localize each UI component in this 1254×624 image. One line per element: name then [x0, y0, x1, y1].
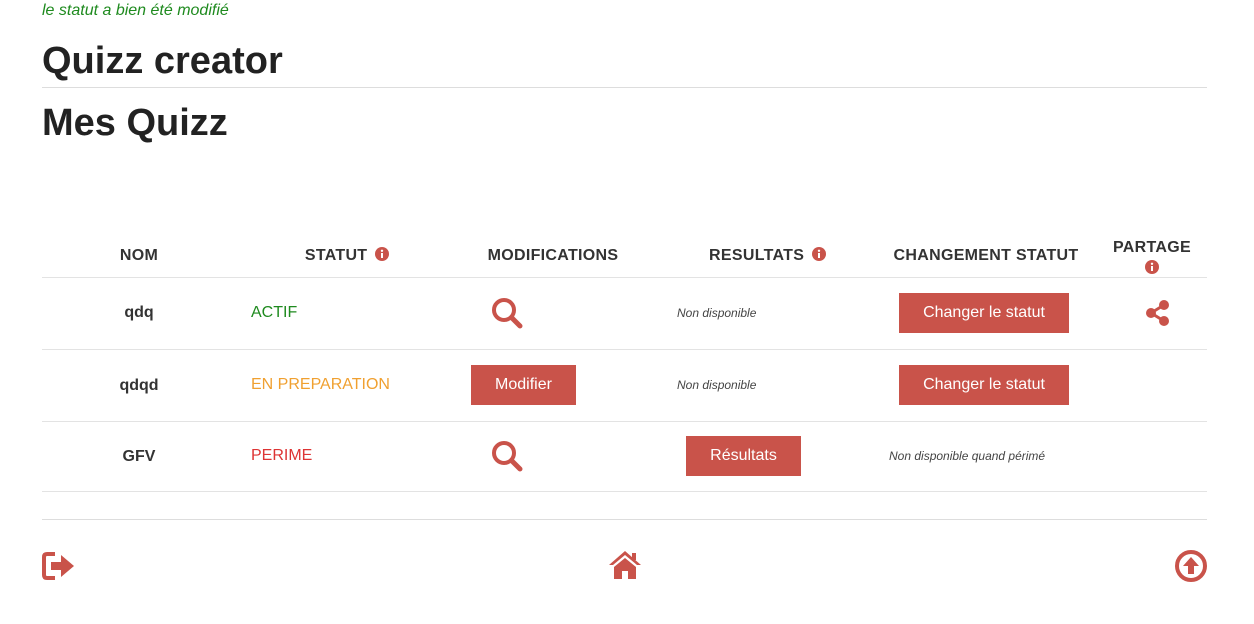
quiz-name: qdqd: [119, 377, 159, 394]
header-nom: NOM: [119, 247, 159, 264]
sign-out-icon[interactable]: [41, 551, 75, 581]
table-divider: [42, 349, 1207, 350]
info-circle-icon[interactable]: [375, 247, 390, 261]
quiz-name: GFV: [122, 448, 156, 465]
search-icon[interactable]: [491, 297, 523, 330]
header-statut-label: STATUT: [304, 247, 368, 264]
header-changement-statut: CHANGEMENT STATUT: [893, 247, 1079, 264]
page-title: Quizz creator: [42, 40, 283, 82]
header-resultats-label: RESULTATS: [709, 247, 805, 264]
flash-message: le statut a bien été modifié: [42, 2, 229, 19]
results-unavailable: Non disponible: [677, 306, 757, 320]
header-partage: PARTAGE: [1108, 239, 1196, 278]
table-divider: [42, 421, 1207, 422]
header-partage-label: PARTAGE: [1113, 239, 1191, 256]
info-circle-icon[interactable]: [1145, 260, 1159, 274]
search-icon[interactable]: [491, 440, 523, 473]
arrow-circle-up-icon[interactable]: [1174, 549, 1208, 583]
modify-button[interactable]: Modifier: [471, 365, 576, 405]
results-button[interactable]: Résultats: [686, 436, 801, 476]
home-icon[interactable]: [608, 550, 642, 580]
table-divider: [42, 491, 1207, 492]
header-modifications: MODIFICATIONS: [487, 247, 619, 264]
quiz-status: EN PREPARATION: [251, 376, 390, 393]
results-unavailable: Non disponible: [677, 378, 757, 392]
quiz-name: qdq: [124, 304, 154, 321]
quiz-status: PERIME: [251, 447, 313, 464]
share-icon[interactable]: [1143, 298, 1173, 328]
header-statut: STATUT: [292, 247, 402, 265]
info-circle-icon[interactable]: [811, 247, 826, 261]
footer-divider: [42, 519, 1207, 520]
status-change-unavailable: Non disponible quand périmé: [889, 449, 1046, 463]
header-resultats: RESULTATS: [700, 247, 835, 265]
change-status-button[interactable]: Changer le statut: [899, 365, 1069, 405]
change-status-button[interactable]: Changer le statut: [899, 293, 1069, 333]
section-title: Mes Quizz: [42, 102, 228, 144]
title-divider: [42, 87, 1207, 88]
table-divider: [42, 277, 1207, 278]
quiz-status: ACTIF: [251, 304, 298, 321]
